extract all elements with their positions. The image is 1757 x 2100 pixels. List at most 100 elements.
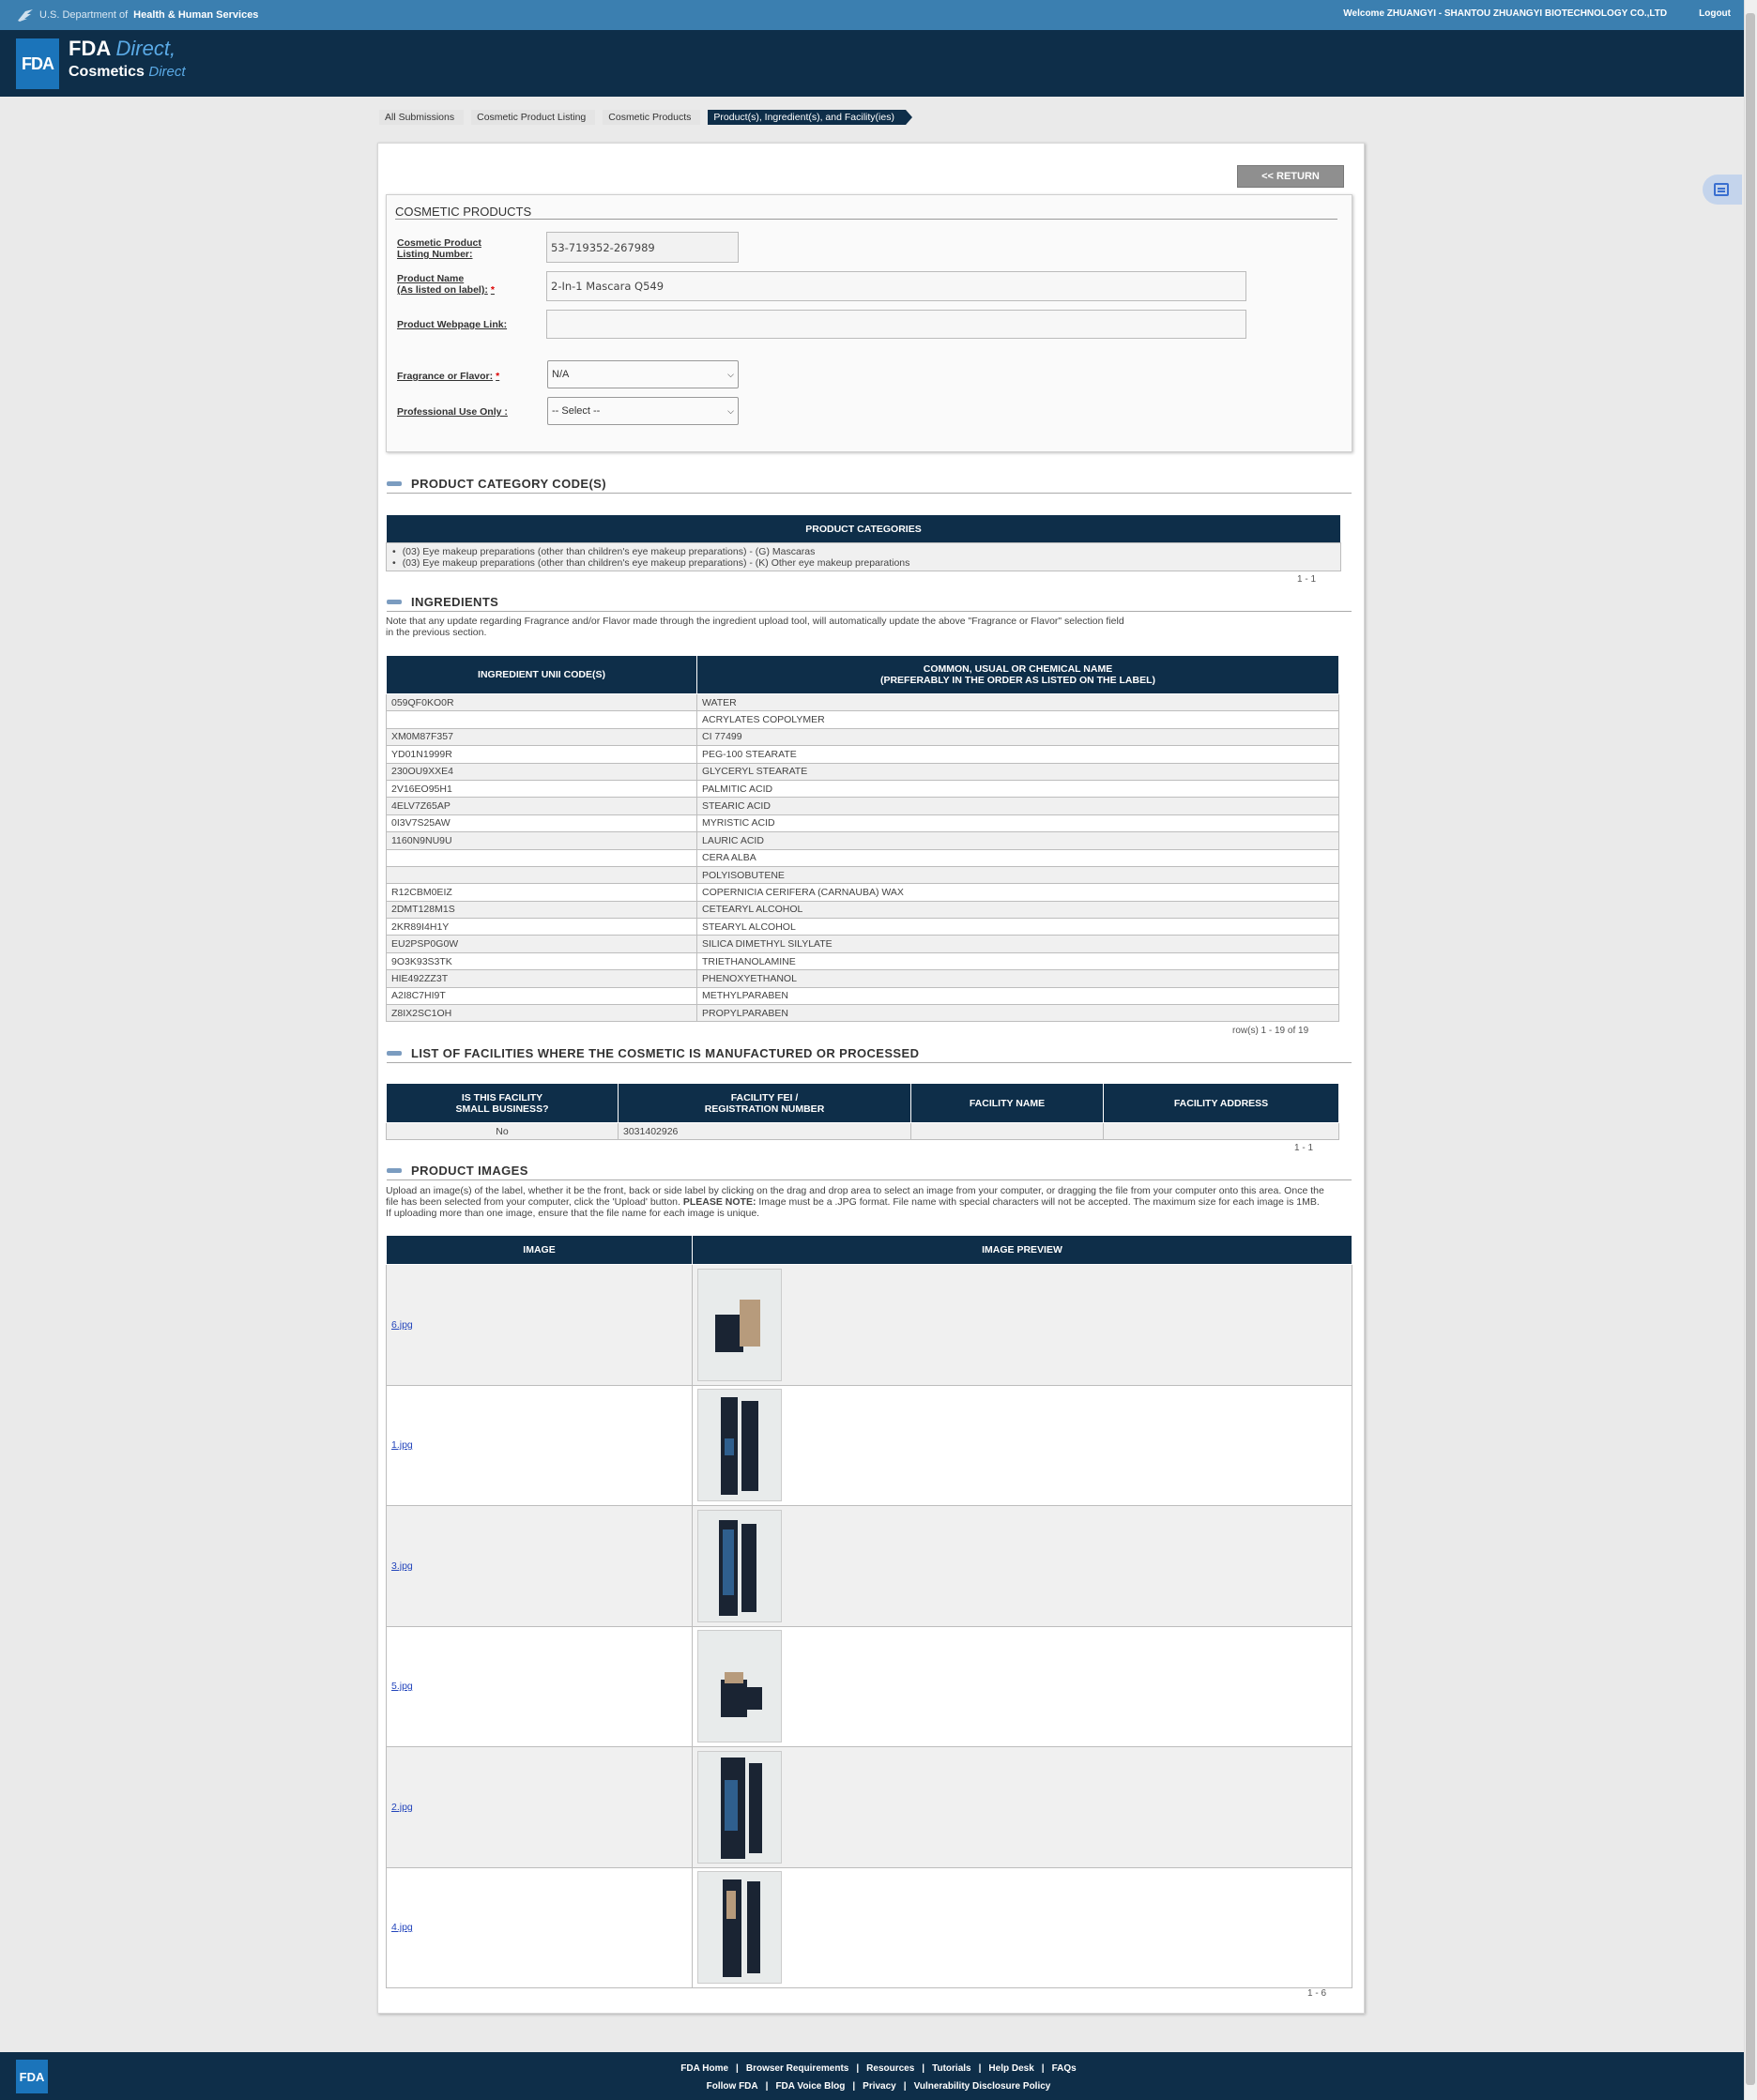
ingredient-name: MYRISTIC ACID bbox=[696, 814, 1339, 833]
categories-pager: 1 - 1 bbox=[1297, 574, 1317, 585]
facilities-pager: 1 - 1 bbox=[1294, 1143, 1314, 1153]
image-file-link[interactable]: 3.jpg bbox=[391, 1560, 413, 1572]
ingredients-col-unii: INGREDIENT UNII CODE(S) bbox=[386, 655, 697, 694]
listing-number-label: Cosmetic Product Listing Number: bbox=[397, 237, 481, 260]
return-button[interactable]: << RETURN bbox=[1237, 165, 1344, 188]
category-item: (03) Eye makeup preparations (other than… bbox=[392, 546, 1335, 557]
facilities-section-heading[interactable]: LIST OF FACILITIES WHERE THE COSMETIC IS… bbox=[387, 1046, 919, 1060]
facility-col-address: FACILITY ADDRESS bbox=[1103, 1083, 1339, 1123]
footer-link[interactable]: Follow FDA bbox=[707, 2081, 758, 2092]
ingredient-name: STEARIC ACID bbox=[696, 797, 1339, 815]
footer-links-row1: FDA Home | Browser Requirements | Resources |… bbox=[0, 2063, 1757, 2074]
divider bbox=[387, 611, 1352, 612]
breadcrumb-product-listing[interactable]: Cosmetic Product Listing bbox=[471, 110, 596, 125]
listing-number-field[interactable]: 53-719352-267989 bbox=[546, 232, 739, 263]
ingredients-note: Note that any update regarding Fragrance… bbox=[386, 616, 1124, 638]
collapse-icon[interactable] bbox=[387, 1051, 402, 1056]
table-row: 2DMT128M1S CETEARYL ALCOHOL bbox=[386, 900, 1339, 920]
professional-use-label: Professional Use Only : bbox=[397, 406, 508, 418]
fda-logo[interactable]: FDA bbox=[16, 38, 59, 89]
table-row: Z8IX2SC1OH PROPYLPARABEN bbox=[386, 1004, 1339, 1023]
image-preview-thumbnail[interactable] bbox=[697, 1389, 782, 1502]
image-preview-thumbnail[interactable] bbox=[697, 1871, 782, 1985]
thumbnail-shape bbox=[741, 1687, 762, 1711]
image-preview-thumbnail[interactable] bbox=[697, 1509, 782, 1622]
divider bbox=[387, 1179, 1352, 1180]
breadcrumb-all-submissions[interactable]: All Submissions bbox=[379, 110, 465, 125]
ingredient-name: WATER bbox=[696, 692, 1339, 712]
image-file-link[interactable]: 6.jpg bbox=[391, 1319, 413, 1331]
footer-link[interactable]: Tutorials bbox=[932, 2063, 970, 2074]
ingredient-unii-code bbox=[386, 865, 697, 885]
image-preview-thumbnail[interactable] bbox=[697, 1750, 782, 1864]
brand-cosmetics-direct[interactable]: Cosmetics Direct bbox=[69, 64, 186, 81]
table-row: 9O3K93S3TK TRIETHANOLAMINE bbox=[386, 951, 1339, 971]
hhs-brand[interactable]: U.S. Department of Health & Human Servic… bbox=[17, 8, 258, 23]
table-row: 1.jpg bbox=[386, 1384, 1352, 1506]
ingredient-unii-code: HIE492ZZ3T bbox=[386, 969, 697, 988]
hhs-top-bar: U.S. Department of Health & Human Servic… bbox=[0, 0, 1757, 30]
breadcrumb-cosmetic-products[interactable]: Cosmetic Products bbox=[603, 110, 701, 125]
ingredient-unii-code: 2V16EO95H1 bbox=[386, 779, 697, 799]
footer-link[interactable]: Privacy bbox=[863, 2081, 896, 2092]
table-row: YD01N1999R PEG-100 STEARATE bbox=[386, 745, 1339, 764]
images-col-image: IMAGE bbox=[386, 1235, 693, 1265]
footer-link[interactable]: Resources bbox=[866, 2063, 914, 2074]
images-section-heading[interactable]: PRODUCT IMAGES bbox=[387, 1164, 528, 1178]
footer-link[interactable]: Vulnerability Disclosure Policy bbox=[914, 2081, 1051, 2092]
footer-link[interactable]: Browser Requirements bbox=[746, 2063, 848, 2074]
image-preview-thumbnail[interactable] bbox=[697, 1268, 782, 1381]
thumbnail-shape bbox=[740, 1299, 760, 1347]
thumbnail-shape bbox=[741, 1401, 758, 1492]
table-row: 1160N9NU9U LAURIC ACID bbox=[386, 831, 1339, 850]
footer-separator: | bbox=[1041, 2063, 1045, 2074]
footer-link[interactable]: FDA Home bbox=[680, 2063, 728, 2074]
footer-link[interactable]: FDA Voice Blog bbox=[775, 2081, 845, 2092]
ingredient-name: METHYLPARABEN bbox=[696, 986, 1339, 1006]
collapse-icon[interactable] bbox=[387, 1168, 402, 1173]
webpage-link-input[interactable] bbox=[546, 310, 1246, 339]
table-row: 2.jpg bbox=[386, 1746, 1352, 1868]
collapse-icon[interactable] bbox=[387, 600, 402, 604]
ingredient-name: CI 77499 bbox=[696, 727, 1339, 747]
fragrance-select[interactable]: N/A ⌵ bbox=[547, 360, 739, 388]
ingredients-section-heading[interactable]: INGREDIENTS bbox=[387, 595, 498, 609]
brand-fda-direct[interactable]: FDA Direct, bbox=[69, 37, 176, 61]
table-row: 4ELV7Z65AP STEARIC ACID bbox=[386, 797, 1339, 815]
thumbnail-shape bbox=[747, 1881, 760, 1974]
footer-link[interactable]: FAQs bbox=[1052, 2063, 1077, 2074]
hhs-dept-name: Health & Human Services bbox=[133, 9, 259, 21]
hhs-dept-prefix: U.S. Department of bbox=[39, 9, 129, 21]
ingredient-name: GLYCERYL STEARATE bbox=[696, 762, 1339, 781]
ingredient-name: PEG-100 STEARATE bbox=[696, 745, 1339, 764]
logout-link[interactable]: Logout bbox=[1699, 8, 1731, 19]
translate-icon bbox=[1714, 183, 1729, 196]
ingredient-name: PROPYLPARABEN bbox=[696, 1004, 1339, 1023]
category-section-heading[interactable]: PRODUCT CATEGORY CODE(S) bbox=[387, 477, 606, 491]
ingredient-unii-code: Z8IX2SC1OH bbox=[386, 1004, 697, 1023]
image-file-link[interactable]: 2.jpg bbox=[391, 1802, 413, 1813]
professional-use-select[interactable]: -- Select -- ⌵ bbox=[547, 397, 739, 425]
image-file-link[interactable]: 5.jpg bbox=[391, 1681, 413, 1692]
translate-tool-button[interactable] bbox=[1703, 175, 1742, 205]
categories-table: PRODUCT CATEGORIES bbox=[386, 514, 1341, 543]
scrollbar-thumb[interactable] bbox=[1746, 13, 1755, 2085]
images-pager: 1 - 6 bbox=[1307, 1988, 1327, 1999]
image-preview-thumbnail[interactable] bbox=[697, 1630, 782, 1743]
ingredient-name: CETEARYL ALCOHOL bbox=[696, 900, 1339, 920]
ingredient-unii-code: 059QF0KO0R bbox=[386, 692, 697, 712]
images-col-preview: IMAGE PREVIEW bbox=[692, 1235, 1352, 1265]
ingredients-pager: row(s) 1 - 19 of 19 bbox=[1232, 1026, 1309, 1036]
product-name-input[interactable]: 2-In-1 Mascara Q549 bbox=[546, 271, 1246, 301]
ingredient-unii-code: A2I8C7HI9T bbox=[386, 986, 697, 1006]
image-file-link[interactable]: 1.jpg bbox=[391, 1439, 413, 1451]
footer-link[interactable]: Help Desk bbox=[988, 2063, 1033, 2074]
ingredient-unii-code: YD01N1999R bbox=[386, 745, 697, 764]
image-preview-cell bbox=[692, 1384, 1352, 1506]
image-file-cell: 3.jpg bbox=[386, 1505, 693, 1627]
table-row: POLYISOBUTENE bbox=[386, 865, 1339, 885]
image-file-link[interactable]: 4.jpg bbox=[391, 1922, 413, 1933]
table-row: CERA ALBA bbox=[386, 848, 1339, 867]
collapse-icon[interactable] bbox=[387, 481, 402, 486]
ingredient-name: SILICA DIMETHYL SILYLATE bbox=[696, 935, 1339, 953]
